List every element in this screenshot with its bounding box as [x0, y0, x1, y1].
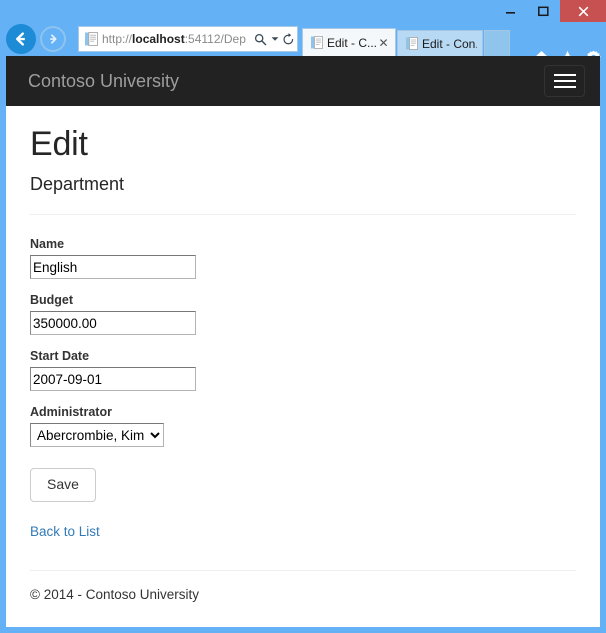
- start-date-label: Start Date: [30, 349, 90, 364]
- hamburger-bar: [553, 74, 576, 76]
- hamburger-menu-icon[interactable]: [544, 65, 585, 97]
- budget-input[interactable]: [30, 311, 196, 336]
- search-icon[interactable]: [252, 33, 269, 46]
- tab-edit-contoso-inactive[interactable]: Edit - Con...: [397, 30, 483, 56]
- form-group-name: Name: [30, 237, 576, 280]
- page-subtitle: Department: [30, 174, 125, 195]
- address-bar[interactable]: http://localhost:54112/Dep: [78, 26, 298, 52]
- browser-toolbar: http://localhost:54112/Dep Edit - C... ✕…: [0, 22, 606, 65]
- refresh-icon[interactable]: [280, 32, 297, 46]
- budget-label: Budget: [30, 293, 74, 308]
- close-button[interactable]: [560, 0, 606, 22]
- save-button[interactable]: Save: [30, 468, 96, 502]
- administrator-label: Administrator: [30, 405, 112, 420]
- new-tab-button[interactable]: [484, 30, 510, 56]
- site-brand[interactable]: Contoso University: [28, 71, 179, 92]
- forward-button[interactable]: [40, 26, 66, 52]
- footer-divider: [30, 569, 576, 571]
- minimize-button[interactable]: [494, 0, 527, 22]
- site-navbar: Contoso University: [6, 56, 600, 106]
- footer-text: © 2014 - Contoso University: [30, 586, 200, 602]
- tab-favicon-icon: [309, 36, 324, 49]
- tab-title: Edit - C...: [327, 35, 377, 50]
- edit-department-form: Name Budget Start Date Administrator Abe…: [30, 237, 576, 502]
- form-group-budget: Budget: [30, 293, 576, 336]
- back-button[interactable]: [6, 24, 36, 54]
- url-text: http://localhost:54112/Dep: [102, 32, 246, 46]
- hamburger-bar: [553, 86, 576, 88]
- window-controls: [494, 0, 606, 22]
- hamburger-bar: [553, 80, 576, 82]
- tab-favicon-icon: [404, 37, 419, 50]
- chevron-down-icon[interactable]: [269, 36, 280, 42]
- tab-close-icon[interactable]: ✕: [377, 37, 390, 49]
- page-viewport: Contoso University Edit Department Name …: [6, 56, 600, 627]
- browser-window: http://localhost:54112/Dep Edit - C... ✕…: [0, 0, 606, 633]
- administrator-select[interactable]: Abercrombie, Kim: [30, 423, 164, 448]
- back-to-list-link[interactable]: Back to List: [30, 524, 100, 539]
- forward-arrow-icon: [50, 34, 57, 44]
- name-label: Name: [30, 237, 65, 252]
- page-favicon-icon: [82, 32, 100, 46]
- maximize-button[interactable]: [527, 0, 560, 22]
- tab-title: Edit - Con...: [422, 36, 477, 51]
- form-group-administrator: Administrator Abercrombie, Kim: [30, 405, 576, 448]
- page-content: Edit Department Name Budget Start Date: [6, 125, 600, 602]
- tab-strip: Edit - C... ✕ Edit - Con...: [302, 26, 510, 56]
- tab-edit-contoso-active[interactable]: Edit - C... ✕: [302, 28, 396, 56]
- form-group-start-date: Start Date: [30, 349, 576, 392]
- title-bar: [0, 0, 606, 22]
- start-date-input[interactable]: [30, 367, 196, 392]
- content-divider: [30, 214, 576, 216]
- name-input[interactable]: [30, 255, 196, 280]
- back-arrow-icon: [16, 32, 25, 46]
- page-title: Edit: [30, 125, 88, 163]
